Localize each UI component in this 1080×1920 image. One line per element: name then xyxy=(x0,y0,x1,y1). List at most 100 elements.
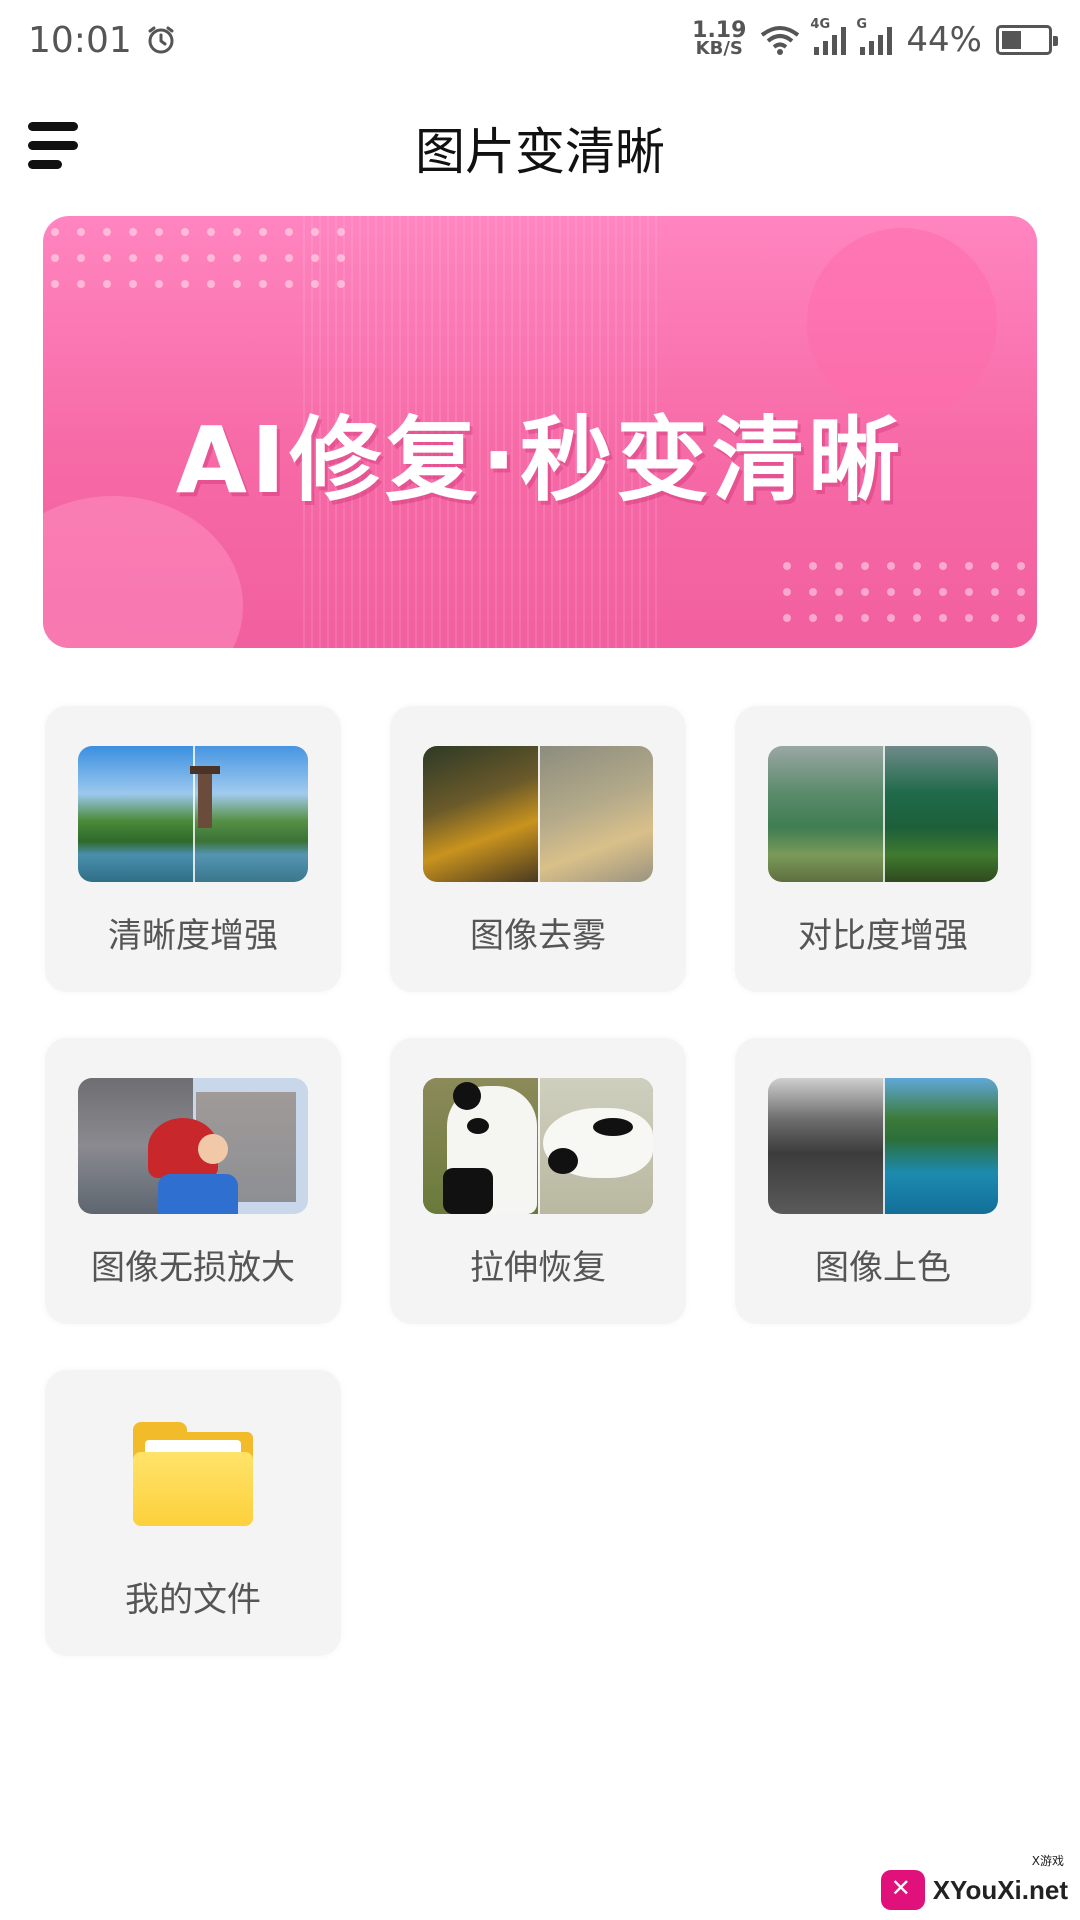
banner-dot xyxy=(835,614,843,622)
upscale-thumbnail xyxy=(78,1078,308,1214)
banner-dot xyxy=(913,588,921,596)
banner-dot xyxy=(783,562,791,570)
promo-banner[interactable]: AI修复·秒变清晰 xyxy=(43,216,1037,648)
banner-dot xyxy=(259,280,267,288)
banner-dots-decoration xyxy=(51,228,345,288)
banner-dot xyxy=(887,562,895,570)
feature-card-contrast[interactable]: 对比度增强 xyxy=(735,706,1031,992)
banner-dot xyxy=(129,228,137,236)
banner-dot xyxy=(155,254,163,262)
banner-dot xyxy=(809,588,817,596)
feature-card-clarity[interactable]: 清晰度增强 xyxy=(45,706,341,992)
banner-dot xyxy=(887,588,895,596)
banner-dot xyxy=(207,228,215,236)
folder-icon xyxy=(133,1422,253,1526)
feature-label: 图像去雾 xyxy=(470,916,606,956)
banner-dot xyxy=(337,228,345,236)
site-watermark: XYouXi.net X游戏 xyxy=(880,1854,1068,1910)
status-left: 10:01 xyxy=(28,20,176,61)
banner-dot xyxy=(337,254,345,262)
app-header: 图片变清晰 xyxy=(0,90,1080,200)
banner-dot xyxy=(285,254,293,262)
banner-dot xyxy=(783,614,791,622)
watermark-logo-icon xyxy=(880,1870,925,1910)
banner-dot xyxy=(259,254,267,262)
banner-dot xyxy=(861,588,869,596)
banner-dot xyxy=(1017,562,1025,570)
signal-4g-icon: 4G xyxy=(810,17,847,55)
feature-label: 对比度增强 xyxy=(798,916,968,956)
banner-dot xyxy=(965,562,973,570)
defog-thumbnail xyxy=(423,746,653,882)
banner-dot xyxy=(939,614,947,622)
banner-dot xyxy=(965,614,973,622)
page-title: 图片变清晰 xyxy=(415,123,665,181)
banner-dot xyxy=(1017,588,1025,596)
battery-icon xyxy=(996,25,1058,55)
banner-dot xyxy=(207,280,215,288)
battery-percent: 44% xyxy=(906,20,982,60)
banner-dot xyxy=(285,228,293,236)
banner-dot xyxy=(809,614,817,622)
feature-card-stretch[interactable]: 拉伸恢复 xyxy=(390,1038,686,1324)
banner-dots-decoration xyxy=(783,562,1037,622)
signal-g-icon: G xyxy=(856,17,893,55)
banner-dot xyxy=(233,280,241,288)
enhance-clarity-thumbnail xyxy=(78,746,308,882)
banner-dot xyxy=(887,614,895,622)
banner-dot xyxy=(103,280,111,288)
banner-dot xyxy=(181,254,189,262)
banner-dot xyxy=(965,588,973,596)
feature-label: 我的文件 xyxy=(125,1580,261,1620)
feature-label: 图像无损放大 xyxy=(91,1248,295,1288)
banner-dot xyxy=(129,280,137,288)
banner-dot xyxy=(181,228,189,236)
status-bar: 10:01 1.19 KB/S 4G G 44% xyxy=(0,0,1080,80)
feature-label: 图像上色 xyxy=(815,1248,951,1288)
banner-dot xyxy=(103,254,111,262)
banner-dot xyxy=(991,614,999,622)
alarm-clock-icon xyxy=(148,26,174,54)
feature-card-defog[interactable]: 图像去雾 xyxy=(390,706,686,992)
banner-dot xyxy=(233,254,241,262)
banner-dot xyxy=(285,280,293,288)
banner-dot xyxy=(861,614,869,622)
clock-time: 10:01 xyxy=(28,19,132,61)
banner-dot xyxy=(77,228,85,236)
feature-card-upscale[interactable]: 图像无损放大 xyxy=(45,1038,341,1324)
banner-dot xyxy=(809,562,817,570)
banner-dot xyxy=(51,254,59,262)
wifi-icon xyxy=(761,26,800,55)
banner-dot xyxy=(835,588,843,596)
banner-dot xyxy=(861,562,869,570)
banner-dot xyxy=(913,614,921,622)
banner-dot xyxy=(783,588,791,596)
stretch-restore-thumbnail xyxy=(423,1078,653,1214)
banner-dot xyxy=(913,562,921,570)
banner-dot xyxy=(77,254,85,262)
banner-dot xyxy=(337,280,345,288)
contrast-thumbnail xyxy=(768,746,998,882)
banner-dot xyxy=(939,562,947,570)
status-right: 1.19 KB/S 4G G 44% xyxy=(692,17,1058,60)
banner-dot xyxy=(259,228,267,236)
banner-dot xyxy=(311,280,319,288)
banner-dot xyxy=(939,588,947,596)
feature-label: 拉伸恢复 xyxy=(470,1248,606,1288)
network-speed: 1.19 KB/S xyxy=(692,18,747,59)
banner-dot xyxy=(991,562,999,570)
banner-dot xyxy=(311,228,319,236)
banner-dot xyxy=(1017,614,1025,622)
banner-dot xyxy=(155,280,163,288)
banner-dot xyxy=(51,280,59,288)
banner-dot xyxy=(207,254,215,262)
banner-dot xyxy=(129,254,137,262)
banner-dot xyxy=(991,588,999,596)
feature-card-colorize[interactable]: 图像上色 xyxy=(735,1038,1031,1324)
banner-dot xyxy=(77,280,85,288)
feature-label: 清晰度增强 xyxy=(108,916,278,956)
feature-card-my-files[interactable]: 我的文件 xyxy=(45,1370,341,1656)
banner-slogan: AI修复·秒变清晰 xyxy=(175,407,905,514)
banner-dot xyxy=(155,228,163,236)
banner-dot xyxy=(181,280,189,288)
